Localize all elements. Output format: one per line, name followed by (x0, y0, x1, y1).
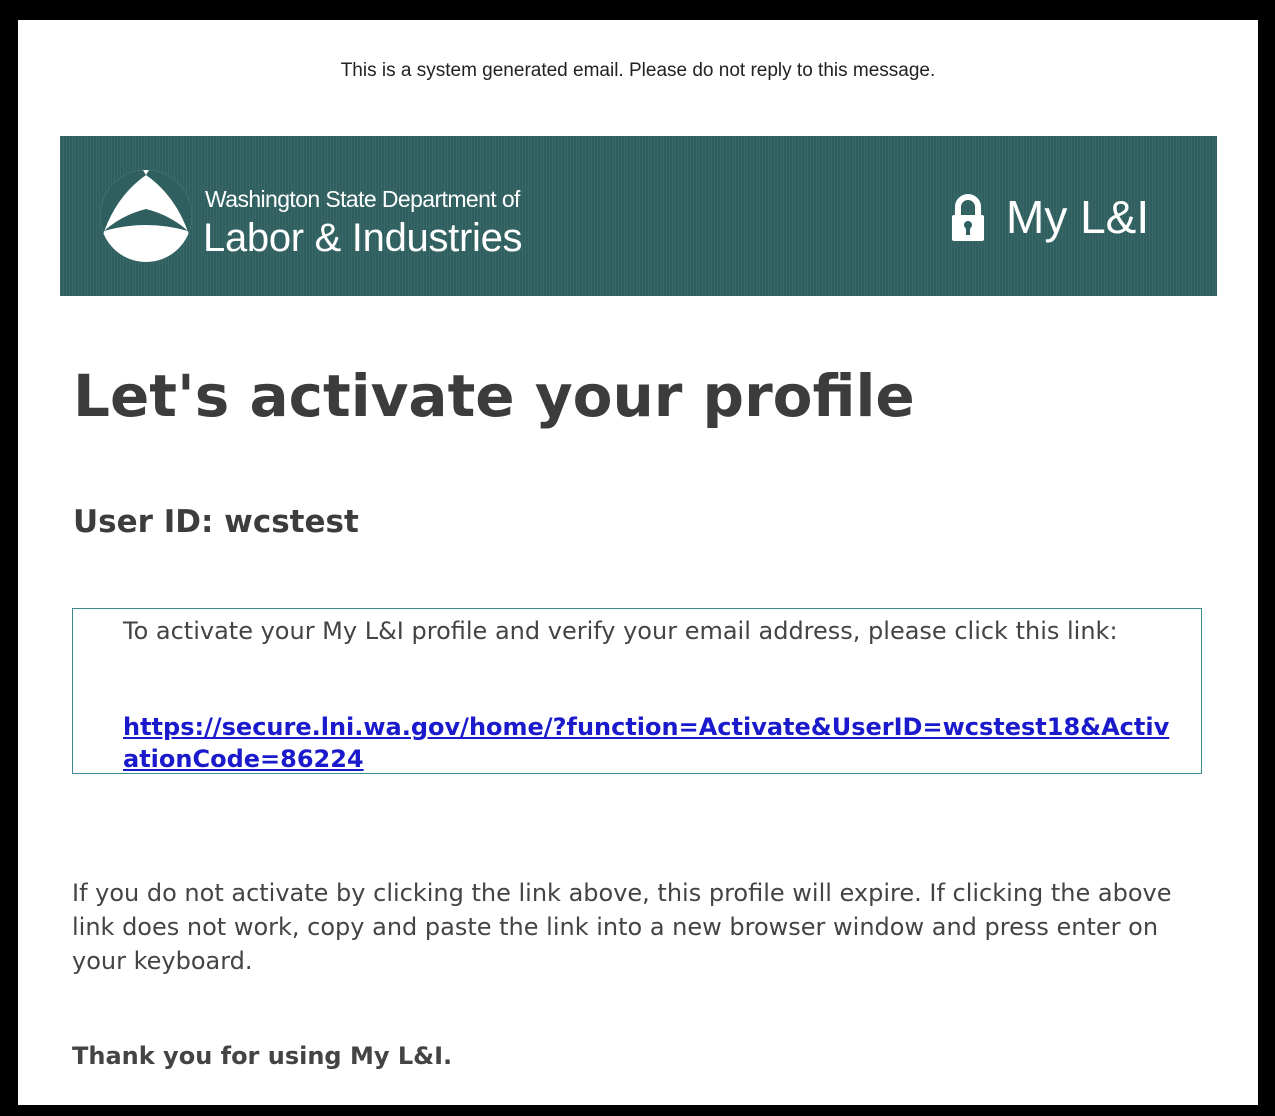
page-title: Let's activate your profile (73, 362, 915, 430)
agency-name-line2: Labor & Industries (203, 216, 523, 260)
system-notice: This is a system generated email. Please… (340, 60, 936, 81)
email-page: This is a system generated email. Please… (18, 20, 1258, 1105)
lock-icon (952, 194, 984, 241)
activation-instructions: To activate your My L&I profile and veri… (123, 617, 1118, 645)
user-id-label: User ID: wcstest (73, 504, 359, 540)
activation-link[interactable]: https://secure.lni.wa.gov/home/?function… (123, 711, 1183, 775)
agency-name-line1: Washington State Department of (205, 186, 520, 212)
expiration-notice: If you do not activate by clicking the l… (72, 879, 1172, 975)
app-name: My L&I (1006, 191, 1150, 243)
wa-lni-logo-icon (100, 170, 192, 262)
activation-box: To activate your My L&I profile and veri… (72, 608, 1202, 774)
lni-header-banner: Washington State Department of Labor & I… (60, 136, 1217, 296)
thank-you-text: Thank you for using My L&I. (72, 1042, 453, 1070)
